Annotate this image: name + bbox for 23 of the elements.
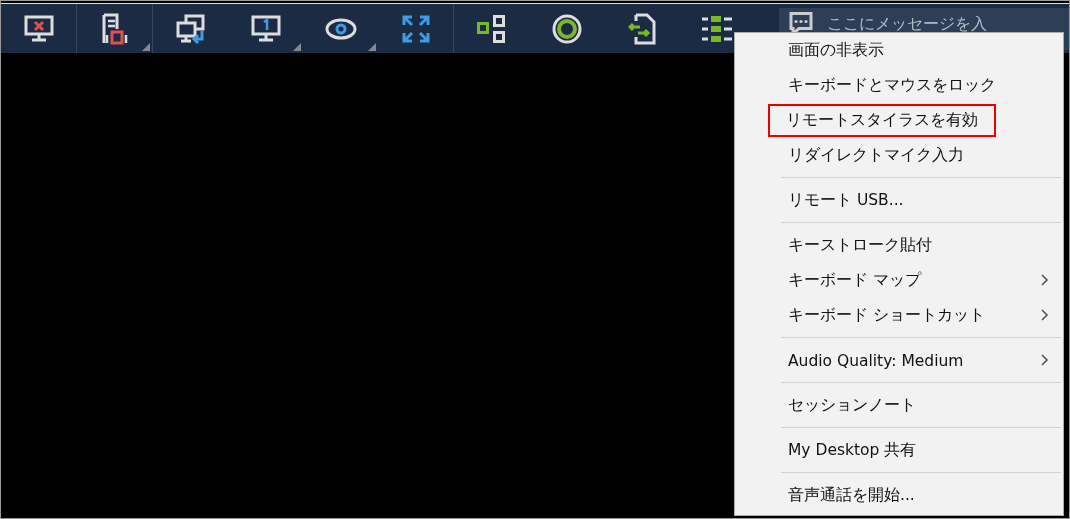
document-icon — [100, 12, 129, 45]
keys-icon — [475, 13, 508, 44]
eye-icon — [324, 17, 357, 40]
monitor-icon — [250, 14, 281, 43]
menu-item[interactable]: 音声通話を開始... — [735, 468, 1063, 513]
monitor-x-icon — [23, 14, 54, 43]
menu-item[interactable]: キーボード マップ — [735, 263, 1063, 298]
list-settings-icon — [699, 14, 734, 43]
message-input[interactable]: ここにメッセージを入 — [827, 14, 1069, 33]
menu-item[interactable]: キーボードとマウスをロック — [735, 68, 1063, 103]
menu-item[interactable]: リモート USB... — [735, 173, 1063, 218]
menu-item[interactable]: My Desktop 共有 — [735, 423, 1063, 468]
record-icon — [551, 13, 582, 44]
menu-item[interactable]: キーストローク貼付 — [735, 218, 1063, 263]
chat-icon — [789, 12, 813, 35]
menu-item[interactable]: セッションノート — [735, 378, 1063, 423]
menu-item[interactable]: キーボード ショートカット — [735, 298, 1063, 333]
menu-item[interactable]: リモートスタイラスを有効 — [735, 103, 1063, 138]
monitors-icon — [175, 13, 206, 44]
expand-icon — [400, 13, 431, 44]
file-arrows-icon — [627, 12, 656, 45]
menu-item[interactable]: Audio Quality: Medium — [735, 333, 1063, 378]
menu-item[interactable]: リダイレクトマイク入力 — [735, 138, 1063, 173]
